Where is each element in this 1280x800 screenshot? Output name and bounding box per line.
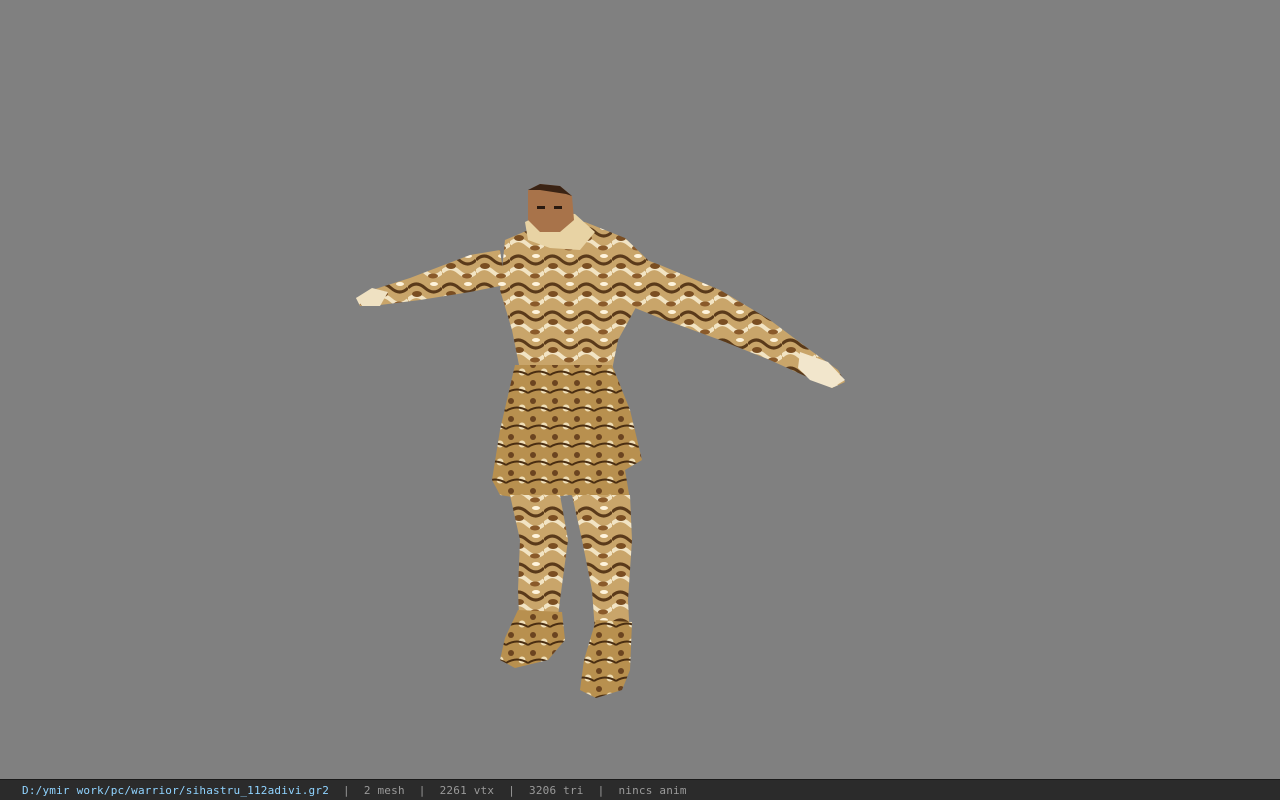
3d-viewport[interactable] bbox=[0, 0, 1280, 779]
triangle-count: 3206 tri bbox=[529, 783, 584, 797]
right-boot bbox=[580, 620, 632, 698]
file-path: D:/ymir work/pc/warrior/sihastru_112adiv… bbox=[22, 783, 330, 797]
separator: | bbox=[508, 783, 516, 797]
separator: | bbox=[343, 783, 350, 797]
status-bar: D:/ymir work/pc/warrior/sihastru_112adiv… bbox=[0, 779, 1280, 800]
vertex-count: 2261 vtx bbox=[439, 783, 495, 797]
left-boot bbox=[500, 610, 565, 668]
separator: | bbox=[597, 783, 605, 797]
animation-status: nincs anim bbox=[618, 783, 687, 797]
separator: | bbox=[418, 783, 426, 797]
mesh-count: 2 mesh bbox=[363, 783, 405, 797]
character-model[interactable] bbox=[0, 0, 1280, 779]
coat-skirt bbox=[492, 365, 642, 505]
